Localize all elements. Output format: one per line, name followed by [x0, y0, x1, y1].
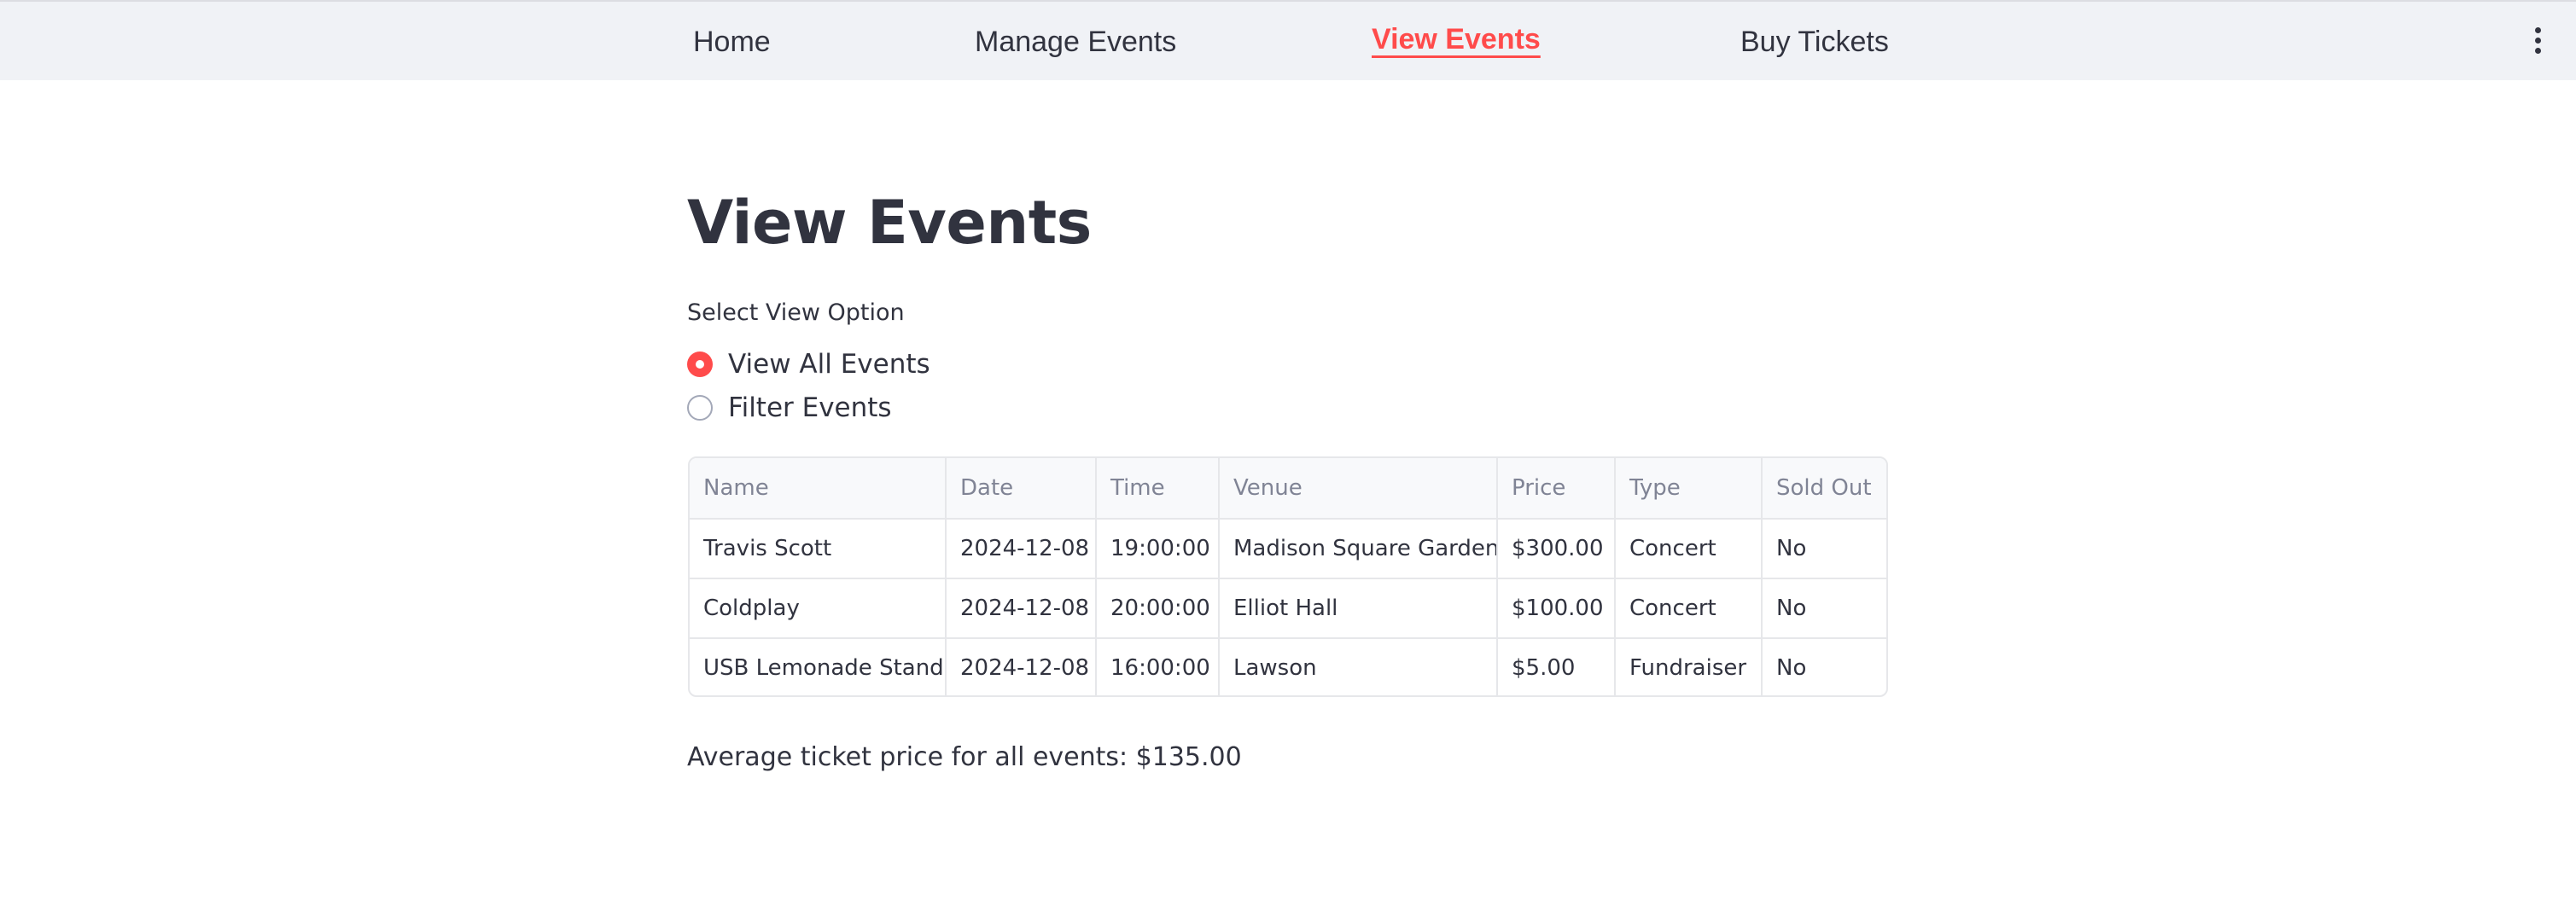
- events-table[interactable]: Name Date Time Venue Price Type Sold Out…: [688, 456, 1888, 697]
- table-cell[interactable]: 20:00:00: [1096, 578, 1220, 639]
- nav-home[interactable]: Home: [693, 2, 771, 82]
- table-cell[interactable]: Concert: [1615, 578, 1763, 639]
- radio-option-label: Filter Events: [728, 392, 892, 423]
- nav-view-events-label: View Events: [1372, 23, 1541, 55]
- view-option-label: Select View Option: [687, 299, 905, 326]
- table-row: Coldplay 2024-12-08 20:00:00 Elliot Hall…: [690, 578, 1886, 639]
- table-cell[interactable]: Madison Square Garden: [1219, 519, 1498, 579]
- table-cell[interactable]: $300.00: [1497, 519, 1616, 579]
- table-cell[interactable]: Lawson: [1219, 638, 1498, 695]
- kebab-menu-icon[interactable]: [2532, 27, 2544, 58]
- table-cell[interactable]: Coldplay: [690, 578, 947, 639]
- column-header-name[interactable]: Name: [690, 458, 947, 520]
- average-price-text: Average ticket price for all events: $13…: [687, 742, 1242, 772]
- table-cell[interactable]: Concert: [1615, 519, 1763, 579]
- table-cell[interactable]: 16:00:00: [1096, 638, 1220, 695]
- column-header-date[interactable]: Date: [946, 458, 1097, 520]
- table-cell[interactable]: Fundraiser: [1615, 638, 1763, 695]
- table-cell[interactable]: USB Lemonade Stand: [690, 638, 947, 695]
- radio-unselected-icon[interactable]: [687, 395, 713, 421]
- table-cell[interactable]: Elliot Hall: [1219, 578, 1498, 639]
- radio-filter-events[interactable]: Filter Events: [687, 391, 892, 425]
- radio-view-all-events[interactable]: View All Events: [687, 347, 930, 381]
- nav-buy-tickets-label: Buy Tickets: [1740, 26, 1889, 58]
- table-cell[interactable]: 2024-12-08: [946, 519, 1097, 579]
- nav-manage-events[interactable]: Manage Events: [975, 2, 1176, 82]
- table-cell[interactable]: No: [1762, 638, 1886, 695]
- nav-manage-events-label: Manage Events: [975, 26, 1177, 58]
- table-cell[interactable]: 2024-12-08: [946, 578, 1097, 639]
- top-navbar: Home Manage Events View Events Buy Ticke…: [0, 0, 2576, 80]
- table-cell[interactable]: Travis Scott: [690, 519, 947, 579]
- table-row: Travis Scott 2024-12-08 19:00:00 Madison…: [690, 519, 1886, 579]
- table-cell[interactable]: No: [1762, 519, 1886, 579]
- table-cell[interactable]: $100.00: [1497, 578, 1616, 639]
- column-header-type[interactable]: Type: [1615, 458, 1763, 520]
- radio-option-label: View All Events: [728, 349, 930, 380]
- column-header-price[interactable]: Price: [1497, 458, 1616, 520]
- radio-selected-icon[interactable]: [687, 352, 713, 377]
- column-header-sold-out[interactable]: Sold Out: [1762, 458, 1886, 520]
- nav-home-label: Home: [693, 26, 771, 58]
- nav-view-events[interactable]: View Events: [1372, 0, 1541, 79]
- table-cell[interactable]: $5.00: [1497, 638, 1616, 695]
- table-header-row: Name Date Time Venue Price Type Sold Out: [690, 458, 1886, 520]
- column-header-time[interactable]: Time: [1096, 458, 1220, 520]
- table-row: USB Lemonade Stand 2024-12-08 16:00:00 L…: [690, 638, 1886, 695]
- table-cell[interactable]: 2024-12-08: [946, 638, 1097, 695]
- nav-buy-tickets[interactable]: Buy Tickets: [1740, 2, 1889, 82]
- page-title: View Events: [687, 188, 1092, 258]
- table-cell[interactable]: 19:00:00: [1096, 519, 1220, 579]
- column-header-venue[interactable]: Venue: [1219, 458, 1498, 520]
- table-cell[interactable]: No: [1762, 578, 1886, 639]
